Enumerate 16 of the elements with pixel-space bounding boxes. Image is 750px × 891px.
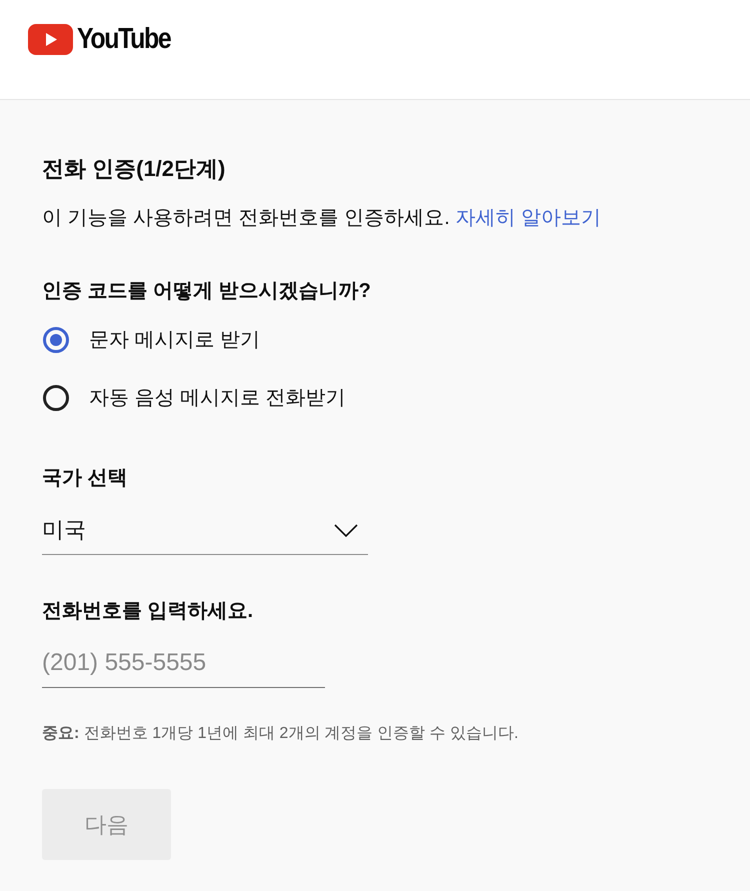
description-text: 이 기능을 사용하려면 전화번호를 인증하세요. 자세히 알아보기	[42, 206, 602, 231]
radio-button[interactable]	[43, 327, 69, 353]
notice-text: 중요: 전화번호 1개당 1년에 최대 2개의 계정을 인증할 수 있습니다.	[42, 724, 520, 744]
phone-label: 전화번호를 입력하세요.	[42, 599, 254, 624]
play-icon[interactable]	[28, 24, 73, 55]
country-label: 국가 선택	[42, 466, 129, 491]
country-dropdown[interactable]: 미국	[42, 506, 368, 555]
learn-more-link[interactable]: 자세히 알아보기	[455, 207, 601, 229]
question-label: 인증 코드를 어떻게 받으시겠습니까?	[42, 279, 372, 304]
option-label: 문자 메시지로 받기	[89, 328, 260, 353]
radio-button[interactable]	[43, 385, 69, 411]
chevron-down-icon	[334, 524, 358, 536]
phone-input-field[interactable]: (201) 555-5555	[42, 639, 325, 688]
page-title: 전화 인증(1/2단계)	[42, 155, 226, 183]
option-label: 자동 음성 메시지로 전화받기	[89, 386, 346, 411]
logo-text[interactable]: YouTube	[77, 24, 170, 55]
